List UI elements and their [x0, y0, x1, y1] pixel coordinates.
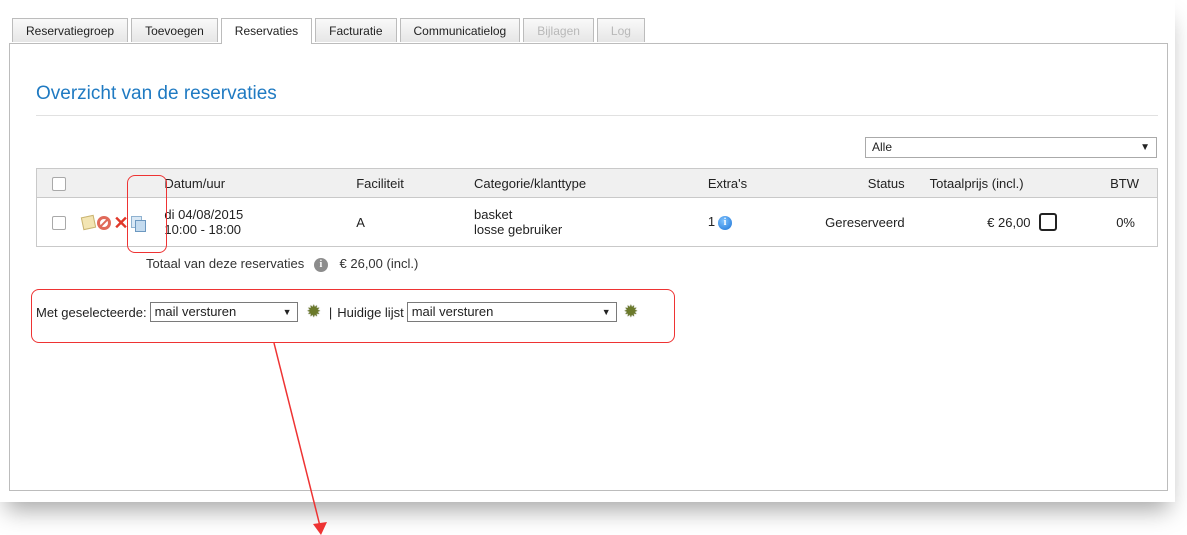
row-klanttype: losse gebruiker	[474, 222, 563, 237]
row-faciliteit: A	[356, 197, 475, 247]
annotation-arrowhead	[313, 522, 327, 535]
header-status[interactable]: Status	[799, 168, 915, 198]
table-header-row: Datum/uur Faciliteit Categorie/klanttype…	[36, 168, 1158, 198]
status-filter-select[interactable]: Alle ▼	[865, 137, 1157, 158]
tab-communicatielog[interactable]: Communicatielog	[399, 18, 521, 42]
highlight-box	[127, 175, 167, 253]
totaal-amount: € 26,00 (incl.)	[339, 256, 419, 271]
tab-reservaties[interactable]: Reservaties	[220, 18, 313, 44]
header-datum[interactable]: Datum/uur	[164, 168, 357, 198]
row-checkbox[interactable]	[52, 215, 66, 230]
window-frame: Reservatiegroep Toevoegen Reservaties Fa…	[0, 0, 1175, 502]
header-extras[interactable]: Extra's	[707, 168, 800, 198]
tab-reservatiegroep[interactable]: Reservatiegroep	[12, 18, 129, 42]
header-btw[interactable]: BTW	[1071, 168, 1158, 198]
tab-log: Log	[596, 18, 645, 42]
chevron-down-icon: ▼	[1140, 142, 1150, 153]
row-btw: 0%	[1071, 197, 1158, 247]
header-totaal[interactable]: Totaalprijs (incl.)	[914, 168, 1039, 198]
row-extras-count: 1	[707, 214, 716, 230]
reservations-table: Datum/uur Faciliteit Categorie/klanttype…	[36, 168, 1158, 247]
select-all-checkbox[interactable]	[52, 176, 66, 191]
table-row: ✕ di 04/08/2015 10:00 - 18:00 A basket l…	[36, 197, 1158, 247]
row-time: 10:00 - 18:00	[164, 222, 242, 237]
page-title: Overzicht van de reservaties	[36, 83, 277, 104]
tab-bijlagen: Bijlagen	[523, 18, 594, 42]
header-categorie[interactable]: Categorie/klanttype	[474, 168, 708, 198]
edit-icon[interactable]	[81, 215, 97, 231]
tab-toevoegen[interactable]: Toevoegen	[131, 18, 218, 42]
info-icon[interactable]: i	[718, 215, 733, 230]
totaal-label: Totaal van deze reservaties	[146, 256, 305, 271]
row-invoice-checkbox[interactable]	[1038, 213, 1057, 231]
highlight-box	[31, 289, 675, 343]
row-status: Gereserveerd	[799, 197, 915, 247]
tab-facturatie[interactable]: Facturatie	[315, 18, 397, 42]
row-date: di 04/08/2015	[164, 207, 244, 222]
info-icon[interactable]: i	[313, 257, 328, 272]
cancel-icon[interactable]	[97, 215, 112, 230]
row-categorie: basket	[474, 207, 513, 222]
row-totaal: € 26,00	[914, 197, 1039, 247]
totaal-line: Totaal van deze reservaties i € 26,00 (i…	[146, 256, 418, 272]
header-faciliteit[interactable]: Faciliteit	[356, 168, 475, 198]
tab-bar: Reservatiegroep Toevoegen Reservaties Fa…	[12, 18, 648, 44]
title-divider	[36, 115, 1158, 116]
status-filter-value: Alle	[872, 140, 893, 154]
